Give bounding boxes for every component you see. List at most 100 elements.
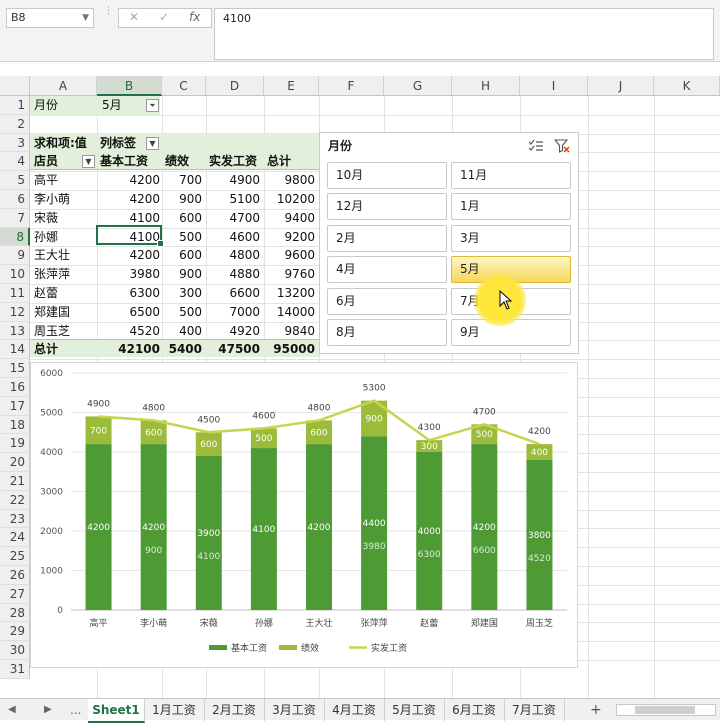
sheet-tab[interactable]: 6月工资 [444, 699, 505, 721]
row-header-2[interactable]: 2 [0, 114, 30, 134]
row-header-21[interactable]: 21 [0, 472, 30, 491]
row-header-6[interactable]: 6 [0, 190, 30, 209]
row-header-28[interactable]: 28 [0, 603, 30, 623]
row-header-10[interactable]: 10 [0, 265, 30, 284]
pivot-cell[interactable]: 9400 [264, 209, 315, 227]
pivot-cell[interactable]: 9800 [264, 171, 315, 189]
column-header-e[interactable]: E [264, 76, 319, 96]
slicer-item-10月[interactable]: 10月 [327, 162, 447, 189]
sheet-tab[interactable]: 3月工资 [264, 699, 325, 721]
filter-value[interactable]: 5月 [102, 96, 122, 114]
column-header-b[interactable]: B [97, 76, 162, 96]
pivot-cell[interactable]: 900 [162, 265, 202, 283]
pivot-cell[interactable]: 13200 [264, 284, 315, 302]
add-sheet-icon[interactable]: + [590, 699, 602, 721]
row-header-3[interactable]: 3 [0, 133, 30, 153]
pivot-cell[interactable]: 400 [162, 322, 202, 340]
pivot-cell[interactable]: 4880 [206, 265, 260, 283]
pivot-cell[interactable]: 9760 [264, 265, 315, 283]
row-header-18[interactable]: 18 [0, 415, 30, 435]
row-header-13[interactable]: 13 [0, 321, 30, 341]
row-header-19[interactable]: 19 [0, 434, 30, 454]
row-header-27[interactable]: 27 [0, 584, 30, 604]
select-all-corner[interactable] [0, 76, 30, 96]
row-header-22[interactable]: 22 [0, 490, 30, 510]
horizontal-scrollbar[interactable] [616, 704, 716, 716]
row-header-30[interactable]: 30 [0, 641, 30, 660]
row-header-20[interactable]: 20 [0, 453, 30, 472]
pivot-cell[interactable]: 9200 [264, 228, 315, 246]
pivot-cell[interactable]: 4200 [97, 171, 160, 189]
pivot-cell[interactable]: 3980 [97, 265, 160, 283]
sheet-tab[interactable]: Sheet1 [88, 699, 145, 723]
pivot-cell[interactable]: 10200 [264, 190, 315, 208]
column-header-a[interactable]: A [30, 76, 97, 96]
name-box[interactable]: B8 ▼ [6, 8, 94, 28]
column-header-h[interactable]: H [452, 76, 520, 96]
sheet-tab[interactable]: 4月工资 [324, 699, 385, 721]
chevron-down-icon[interactable]: ▼ [82, 9, 89, 27]
pivot-cell[interactable]: 4920 [206, 322, 260, 340]
pivot-cell[interactable]: 4600 [206, 228, 260, 246]
formula-input[interactable]: 4100 [214, 8, 714, 60]
row-header-17[interactable]: 17 [0, 396, 30, 416]
sheet-tab[interactable]: 1月工资 [144, 699, 205, 721]
row-header-5[interactable]: 5 [0, 171, 30, 190]
column-header-f[interactable]: F [319, 76, 384, 96]
slicer-item-3月[interactable]: 3月 [451, 224, 571, 252]
slicer-item-2月[interactable]: 2月 [327, 224, 447, 252]
pivot-cell[interactable]: 4200 [97, 246, 160, 264]
row-header-29[interactable]: 29 [0, 622, 30, 642]
pivot-cell[interactable]: 5100 [206, 190, 260, 208]
pivot-cell[interactable]: 4800 [206, 246, 260, 264]
slicer-item-6月[interactable]: 6月 [327, 287, 447, 315]
scrollbar-thumb[interactable] [635, 706, 695, 714]
pivot-cell[interactable]: 700 [162, 171, 202, 189]
row-header-7[interactable]: 7 [0, 208, 30, 228]
pivot-cell[interactable]: 6300 [97, 284, 160, 302]
pivot-cell[interactable]: 6600 [206, 284, 260, 302]
slicer-item-1月[interactable]: 1月 [451, 193, 571, 221]
column-header-g[interactable]: G [384, 76, 452, 96]
pivot-cell[interactable]: 7000 [206, 303, 260, 321]
pivot-cell[interactable]: 9600 [264, 246, 315, 264]
row-header-24[interactable]: 24 [0, 528, 30, 548]
pivot-cell[interactable]: 600 [162, 246, 202, 264]
row-header-14[interactable]: 14 [0, 340, 30, 360]
filter-funnel-icon[interactable]: ⏷ [146, 99, 159, 112]
multi-select-icon[interactable] [528, 139, 544, 153]
row-label-dropdown-icon[interactable]: ▼ [82, 155, 95, 168]
row-header-4[interactable]: 4 [0, 152, 30, 172]
pivot-cell[interactable]: 500 [162, 303, 202, 321]
prev-sheet-icon[interactable]: ◀ [8, 699, 16, 721]
pivot-cell[interactable]: 600 [162, 209, 202, 227]
row-header-12[interactable]: 12 [0, 302, 30, 322]
next-sheet-icon[interactable]: ▶ [44, 699, 52, 721]
row-header-26[interactable]: 26 [0, 566, 30, 585]
row-header-31[interactable]: 31 [0, 660, 30, 679]
pivot-cell[interactable]: 6500 [97, 303, 160, 321]
row-header-23[interactable]: 23 [0, 509, 30, 529]
active-cell[interactable] [96, 225, 164, 247]
pivot-cell[interactable]: 900 [162, 190, 202, 208]
row-header-16[interactable]: 16 [0, 378, 30, 397]
pivot-cell[interactable]: 4200 [97, 190, 160, 208]
pivot-cell[interactable]: 4520 [97, 322, 160, 340]
clear-filter-icon[interactable] [554, 138, 570, 154]
slicer-item-4月[interactable]: 4月 [327, 256, 447, 284]
sheet-tab[interactable]: 2月工资 [204, 699, 265, 721]
pivot-cell[interactable]: 300 [162, 284, 202, 302]
slicer-item-11月[interactable]: 11月 [451, 162, 571, 189]
row-header-11[interactable]: 11 [0, 284, 30, 303]
more-sheets-icon[interactable]: ... [70, 699, 81, 721]
column-header-c[interactable]: C [162, 76, 206, 96]
row-header-25[interactable]: 25 [0, 547, 30, 566]
column-header-k[interactable]: K [654, 76, 720, 96]
enter-icon[interactable]: ✓ [159, 10, 169, 24]
slicer-item-8月[interactable]: 8月 [327, 319, 447, 346]
column-header-i[interactable]: I [520, 76, 588, 96]
row-header-9[interactable]: 9 [0, 246, 30, 266]
col-labels-dropdown-icon[interactable]: ▼ [146, 137, 159, 150]
pivot-cell[interactable]: 500 [162, 228, 202, 246]
salary-chart[interactable]: 0 1000 2000 3000 4000 5000 6000 4200 700 高平 4200 60… [30, 362, 578, 668]
